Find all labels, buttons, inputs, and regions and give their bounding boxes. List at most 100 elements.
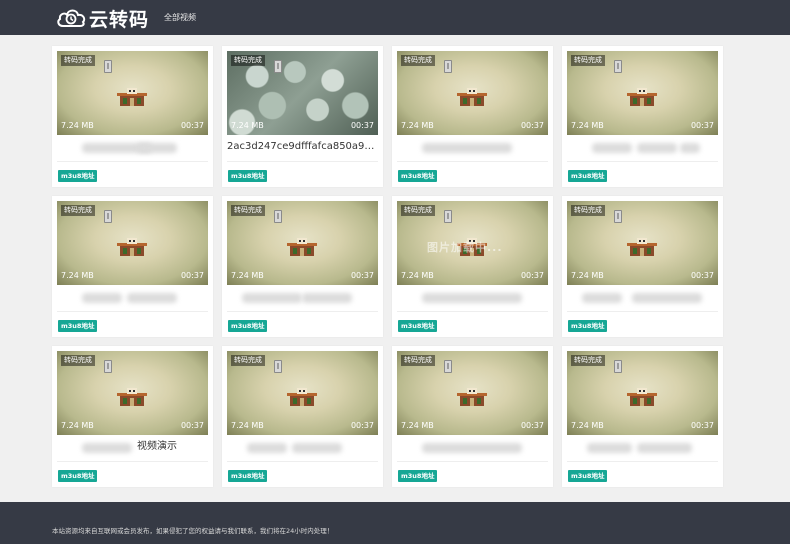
video-thumbnail[interactable]: 转码完成 7.24 MB 00:37: [567, 51, 718, 135]
building-icon: [287, 237, 317, 257]
status-badge: 转码完成: [61, 205, 95, 216]
video-thumbnail[interactable]: 转码完成 7.24 MB 00:37: [57, 51, 208, 135]
file-size: 7.24 MB: [571, 121, 604, 130]
video-title[interactable]: [57, 139, 208, 155]
video-title[interactable]: [397, 439, 548, 455]
card-divider: [567, 461, 718, 462]
status-badge: 转码完成: [401, 205, 435, 216]
file-size: 7.24 MB: [231, 271, 264, 280]
video-card[interactable]: 转码完成 7.24 MB 00:37 m3u8地址: [392, 46, 553, 187]
building-icon: [457, 387, 487, 407]
m3u8-address-button[interactable]: m3u8地址: [228, 320, 268, 332]
video-card[interactable]: 转码完成 7.24 MB 00:37 m3u8地址: [52, 46, 213, 187]
video-thumbnail[interactable]: 转码完成 7.24 MB 00:37: [227, 51, 378, 135]
video-title[interactable]: [567, 439, 718, 455]
m3u8-address-button[interactable]: m3u8地址: [568, 320, 608, 332]
card-divider: [227, 311, 378, 312]
building-icon: [627, 387, 657, 407]
m3u8-address-button[interactable]: m3u8地址: [228, 470, 268, 482]
video-title[interactable]: [227, 439, 378, 455]
video-card[interactable]: 转码完成 图片加载中... 7.24 MB 00:37 m3u8地址: [392, 196, 553, 337]
m3u8-address-button[interactable]: m3u8地址: [398, 470, 438, 482]
m3u8-address-button[interactable]: m3u8地址: [398, 170, 438, 182]
m3u8-address-button[interactable]: m3u8地址: [228, 170, 268, 182]
status-badge: 转码完成: [61, 355, 95, 366]
video-card[interactable]: 转码完成 7.24 MB 00:37 m3u8地址: [222, 196, 383, 337]
status-badge: 转码完成: [401, 55, 435, 66]
card-divider: [397, 161, 548, 162]
video-thumbnail[interactable]: 转码完成 7.24 MB 00:37: [57, 201, 208, 285]
video-card[interactable]: 转码完成 7.24 MB 00:37 2ac3d247ce9dfffafca850a9…: [222, 46, 383, 187]
video-thumbnail[interactable]: 转码完成 7.24 MB 00:37: [227, 201, 378, 285]
m3u8-address-button[interactable]: m3u8地址: [58, 470, 98, 482]
card-divider: [567, 311, 718, 312]
building-icon: [627, 87, 657, 107]
status-badge: 转码完成: [571, 205, 605, 216]
card-divider: [397, 461, 548, 462]
video-title[interactable]: [57, 289, 208, 305]
file-size: 7.24 MB: [61, 271, 94, 280]
file-size: 7.24 MB: [401, 271, 434, 280]
m3u8-address-button[interactable]: m3u8地址: [58, 170, 98, 182]
file-size: 7.24 MB: [571, 271, 604, 280]
building-icon: [117, 387, 147, 407]
video-card[interactable]: 转码完成 7.24 MB 00:37 m3u8地址: [392, 346, 553, 487]
building-icon: [117, 87, 147, 107]
video-thumbnail[interactable]: 转码完成 7.24 MB 00:37: [567, 351, 718, 435]
phone-icon: [104, 210, 112, 223]
video-thumbnail[interactable]: 转码完成 图片加载中... 7.24 MB 00:37: [397, 201, 548, 285]
video-thumbnail[interactable]: 转码完成 7.24 MB 00:37: [397, 351, 548, 435]
file-size: 7.24 MB: [401, 121, 434, 130]
building-icon: [457, 87, 487, 107]
building-icon: [117, 237, 147, 257]
video-title[interactable]: 视频演示: [57, 439, 208, 455]
phone-icon: [444, 210, 452, 223]
video-duration: 00:37: [180, 121, 204, 130]
video-card[interactable]: 转码完成 7.24 MB 00:37 m3u8地址: [562, 46, 723, 187]
video-card[interactable]: 转码完成 7.24 MB 00:37 m3u8地址: [562, 196, 723, 337]
video-thumbnail[interactable]: 转码完成 7.24 MB 00:37: [227, 351, 378, 435]
site-logo[interactable]: 云转码: [55, 6, 150, 31]
phone-icon: [104, 60, 112, 73]
status-badge: 转码完成: [571, 355, 605, 366]
file-size: 7.24 MB: [571, 421, 604, 430]
phone-icon: [104, 360, 112, 373]
m3u8-address-button[interactable]: m3u8地址: [568, 170, 608, 182]
video-thumbnail[interactable]: 转码完成 7.24 MB 00:37: [57, 351, 208, 435]
video-duration: 00:37: [350, 421, 374, 430]
video-title[interactable]: [397, 289, 548, 305]
video-thumbnail[interactable]: 转码完成 7.24 MB 00:37: [567, 201, 718, 285]
phone-icon: [614, 360, 622, 373]
m3u8-address-button[interactable]: m3u8地址: [58, 320, 98, 332]
building-icon: [627, 237, 657, 257]
video-card[interactable]: 转码完成 7.24 MB 00:37 m3u8地址: [52, 196, 213, 337]
video-card[interactable]: 转码完成 7.24 MB 00:37 视频演示 m3u8地址: [52, 346, 213, 487]
m3u8-address-button[interactable]: m3u8地址: [398, 320, 438, 332]
card-divider: [397, 311, 548, 312]
nav-all-videos[interactable]: 全部视频: [164, 12, 196, 23]
phone-icon: [614, 60, 622, 73]
video-title[interactable]: [397, 139, 548, 155]
logo-text: 云转码: [89, 8, 150, 31]
video-duration: 00:37: [520, 421, 544, 430]
m3u8-address-button[interactable]: m3u8地址: [568, 470, 608, 482]
phone-icon: [274, 210, 282, 223]
status-badge: 转码完成: [61, 55, 95, 66]
video-card[interactable]: 转码完成 7.24 MB 00:37 m3u8地址: [222, 346, 383, 487]
phone-icon: [274, 60, 282, 73]
video-card[interactable]: 转码完成 7.24 MB 00:37 m3u8地址: [562, 346, 723, 487]
card-divider: [57, 311, 208, 312]
video-title[interactable]: 2ac3d247ce9dfffafca850a9aa...: [227, 139, 378, 155]
video-title[interactable]: [567, 289, 718, 305]
video-thumbnail[interactable]: 转码完成 7.24 MB 00:37: [397, 51, 548, 135]
video-duration: 00:37: [350, 121, 374, 130]
card-divider: [567, 161, 718, 162]
video-duration: 00:37: [520, 271, 544, 280]
video-duration: 00:37: [180, 421, 204, 430]
video-title[interactable]: [227, 289, 378, 305]
status-badge: 转码完成: [231, 205, 265, 216]
video-title[interactable]: [567, 139, 718, 155]
video-duration: 00:37: [520, 121, 544, 130]
card-divider: [57, 161, 208, 162]
file-size: 7.24 MB: [231, 421, 264, 430]
